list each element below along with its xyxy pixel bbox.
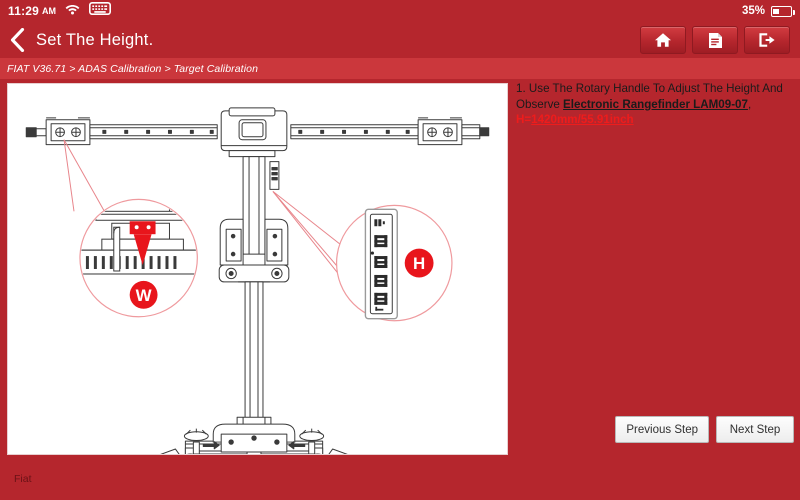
keyboard-icon[interactable] xyxy=(89,2,112,20)
title-bar-actions xyxy=(640,26,800,54)
status-bar-left: 11:29 AM xyxy=(8,2,112,20)
next-step-button[interactable]: Next Step xyxy=(716,416,794,443)
status-bar-right: 35% xyxy=(741,5,795,17)
back-button[interactable] xyxy=(0,23,34,57)
callout-label-w: W xyxy=(136,286,152,305)
content-area: W H 1. Use The Rotary Handle To Adjust T… xyxy=(0,79,800,458)
home-button[interactable] xyxy=(640,26,686,54)
battery-icon xyxy=(771,5,795,17)
step-navigation: Previous Step Next Step xyxy=(516,416,794,443)
report-icon xyxy=(708,32,722,48)
breadcrumb-text: FIAT V36.71 > ADAS Calibration > Target … xyxy=(7,62,259,75)
home-icon xyxy=(655,33,671,47)
report-button[interactable] xyxy=(692,26,738,54)
instruction-text: 1. Use The Rotary Handle To Adjust The H… xyxy=(516,81,794,128)
callout-label-h: H xyxy=(413,254,425,273)
instruction-device-name: Electronic Rangefinder LAM09-07 xyxy=(563,97,748,111)
status-clock: 11:29 xyxy=(8,4,40,18)
diagram-panel: W H xyxy=(7,83,508,455)
instruction-comma: , xyxy=(747,97,752,111)
footer-bar: Fiat xyxy=(0,458,800,500)
app-root: 11:29 AM 35% Set The Height. FIAT V36.71… xyxy=(0,0,800,500)
title-bar: Set The Height. xyxy=(0,22,800,58)
instruction-step-number: 1. xyxy=(516,82,526,95)
previous-step-button[interactable]: Previous Step xyxy=(615,416,709,443)
instruction-panel: 1. Use The Rotary Handle To Adjust The H… xyxy=(516,81,794,455)
page-title: Set The Height. xyxy=(36,30,154,49)
battery-percent: 35% xyxy=(741,5,765,17)
instruction-h-value: 1420mm/55.91inch xyxy=(531,113,634,126)
footer-brand-label: Fiat xyxy=(14,473,32,485)
instruction-h-label: H= xyxy=(516,113,532,126)
wifi-icon xyxy=(65,2,80,20)
exit-button[interactable] xyxy=(744,26,790,54)
back-chevron-icon xyxy=(10,28,24,52)
status-bar: 11:29 AM 35% xyxy=(0,0,800,22)
breadcrumb: FIAT V36.71 > ADAS Calibration > Target … xyxy=(0,58,800,79)
calibration-stand-diagram: W H xyxy=(25,107,490,454)
exit-icon xyxy=(759,33,775,47)
status-clock-ampm: AM xyxy=(42,6,57,16)
